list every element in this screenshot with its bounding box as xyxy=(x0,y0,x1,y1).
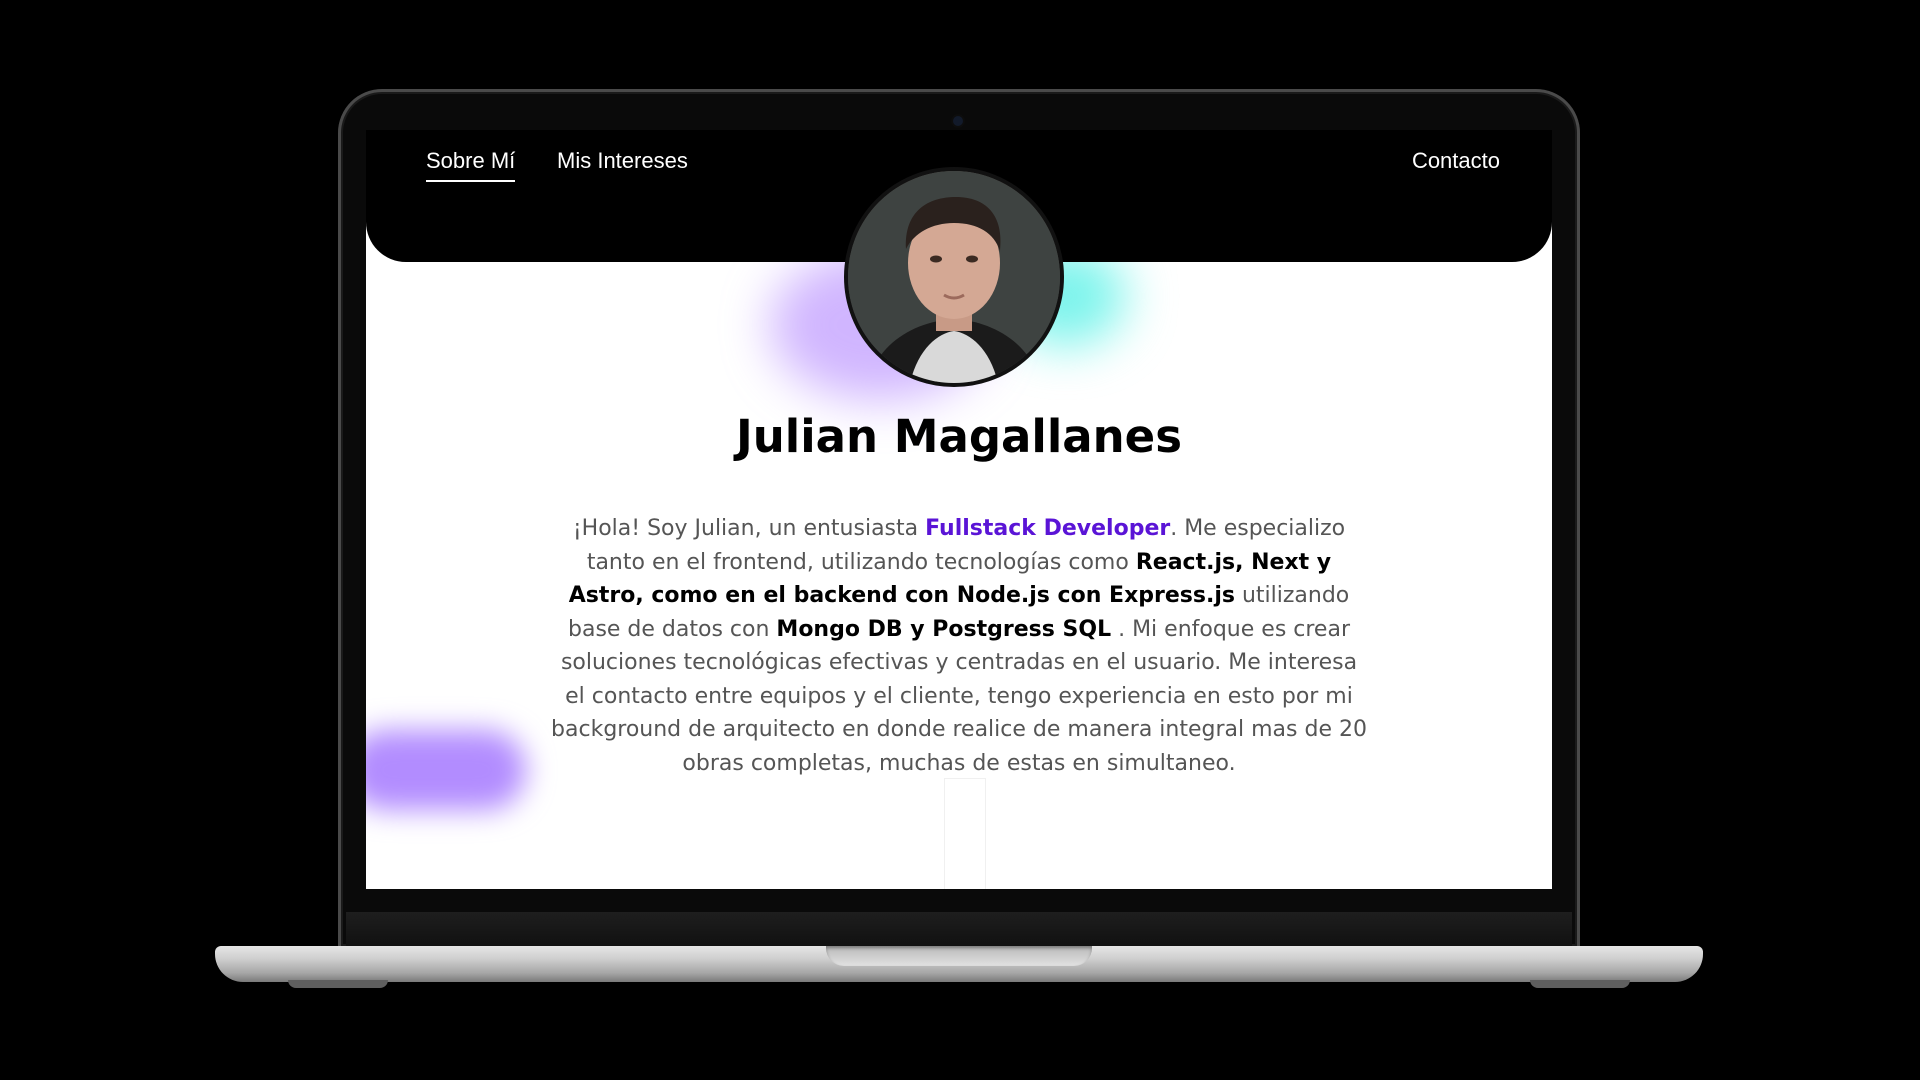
stage: Sobre Mí Mis Intereses Contacto Julian M… xyxy=(0,0,1920,1080)
scroll-indicator xyxy=(944,778,986,889)
laptop-foot-right xyxy=(1530,980,1630,988)
nav-link-contacto[interactable]: Contacto xyxy=(1412,148,1500,174)
purple-blob xyxy=(366,730,526,810)
avatar xyxy=(844,167,1064,387)
bio-role: Fullstack Developer xyxy=(925,516,1171,541)
nav-link-mis-intereses[interactable]: Mis Intereses xyxy=(557,148,688,174)
nav-link-sobre-mi[interactable]: Sobre Mí xyxy=(426,148,516,182)
bio-stack-databases: Mongo DB y Postgress SQL xyxy=(776,616,1112,642)
bio-paragraph: ¡Hola! Soy Julian, un entusiasta Fullsta… xyxy=(549,512,1369,780)
website-screen: Sobre Mí Mis Intereses Contacto Julian M… xyxy=(366,130,1552,889)
bio-text: ¡Hola! Soy Julian, un entusiasta xyxy=(572,516,926,541)
laptop-bezel-bottom xyxy=(346,912,1572,946)
profile-photo-icon xyxy=(848,171,1060,383)
laptop-notch xyxy=(826,946,1092,966)
camera-icon xyxy=(953,116,963,126)
laptop-foot-left xyxy=(288,980,388,988)
profile-name: Julian Magallanes xyxy=(736,410,1182,463)
